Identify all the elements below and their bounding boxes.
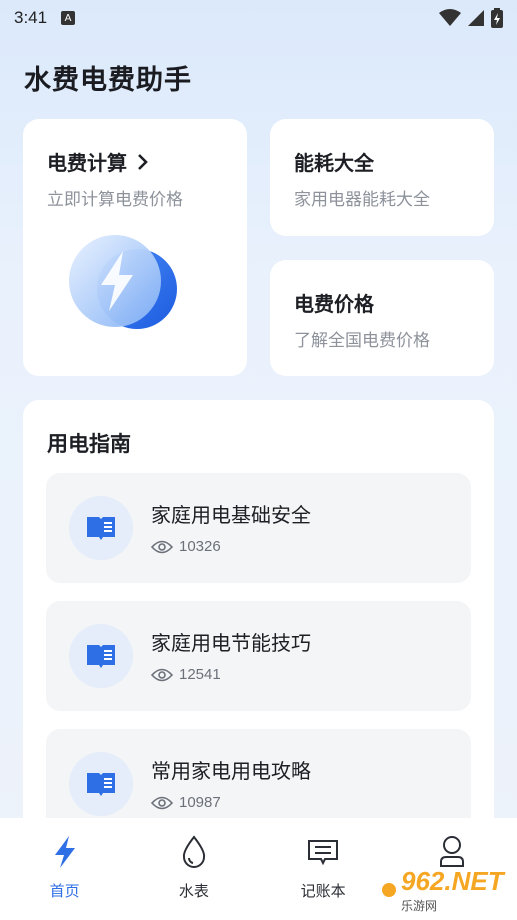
- calc-card-subtitle: 立即计算电费价格: [47, 190, 183, 210]
- calc-card-title: 电费计算: [47, 147, 151, 176]
- wifi-icon: [439, 9, 461, 26]
- guide-title: 用电指南: [47, 432, 131, 456]
- electricity-price-card[interactable]: 电费价格 了解全国电费价格: [270, 260, 494, 376]
- guide-item-views: 10326: [151, 538, 221, 555]
- guide-item-view-count: 12541: [179, 666, 221, 683]
- energy-card-subtitle: 家用电器能耗大全: [294, 190, 430, 210]
- watermark-logo: 962.NET 乐游网: [381, 864, 511, 916]
- calc-card-title-text: 电费计算: [47, 151, 127, 175]
- guide-item-title: 家庭用电节能技巧: [151, 631, 311, 655]
- guide-item-title: 常用家电用电攻略: [151, 759, 311, 783]
- status-bar: 3:41 A: [0, 0, 517, 36]
- book-icon: [87, 645, 115, 668]
- lightning-icon: [54, 836, 75, 868]
- watermark-subtext: 乐游网: [401, 899, 438, 913]
- lightning-coin-illustration: [69, 235, 177, 329]
- guide-item-views: 10987: [151, 794, 221, 811]
- guide-item-view-count: 10987: [179, 794, 221, 811]
- watermark-text: 962.NET: [401, 866, 504, 896]
- guide-item-views: 12541: [151, 666, 221, 683]
- guide-item-title: 家庭用电基础安全: [151, 503, 311, 527]
- book-icon-circle: [69, 752, 133, 816]
- guide-item[interactable]: 家庭用电基础安全 10326: [46, 473, 471, 583]
- energy-consumption-card[interactable]: 能耗大全 家用电器能耗大全: [270, 119, 494, 236]
- eye-icon: [151, 540, 173, 553]
- watermark-badge-icon: [382, 883, 396, 897]
- ledger-icon: [308, 840, 339, 866]
- book-icon: [87, 773, 115, 796]
- battery-icon: [491, 8, 503, 28]
- page-title: 水费电费助手: [24, 65, 192, 96]
- book-icon-circle: [69, 624, 133, 688]
- tab-water-meter-label: 水表: [178, 882, 209, 900]
- guide-item[interactable]: 常用家电用电攻略 10987: [46, 729, 471, 820]
- eye-icon: [151, 796, 173, 809]
- tab-home-label: 首页: [49, 882, 80, 900]
- guide-item[interactable]: 家庭用电节能技巧 12541: [46, 601, 471, 711]
- electricity-guide-section: 用电指南 家庭用电基础安全 10326 家庭用电节能技巧 12541 常用家电用…: [23, 400, 494, 820]
- guide-item-view-count: 10326: [179, 538, 221, 555]
- book-icon: [87, 517, 115, 540]
- tab-water-meter[interactable]: 水表: [129, 818, 258, 920]
- status-icons: [439, 8, 503, 28]
- notification-icon: A: [61, 11, 76, 25]
- status-time: 3:41: [14, 8, 48, 27]
- price-card-subtitle: 了解全国电费价格: [294, 331, 430, 351]
- electricity-calc-card[interactable]: 电费计算 立即计算电费价格: [23, 119, 247, 376]
- tab-ledger[interactable]: 记账本: [259, 818, 388, 920]
- tab-ledger-label: 记账本: [300, 882, 346, 900]
- chevron-right-icon: [138, 153, 148, 170]
- water-drop-icon: [182, 835, 205, 868]
- price-card-title: 电费价格: [294, 292, 374, 316]
- eye-icon: [151, 668, 173, 681]
- book-icon-circle: [69, 496, 133, 560]
- signal-icon: [468, 10, 484, 26]
- energy-card-title: 能耗大全: [294, 151, 374, 175]
- tab-home[interactable]: 首页: [0, 818, 129, 920]
